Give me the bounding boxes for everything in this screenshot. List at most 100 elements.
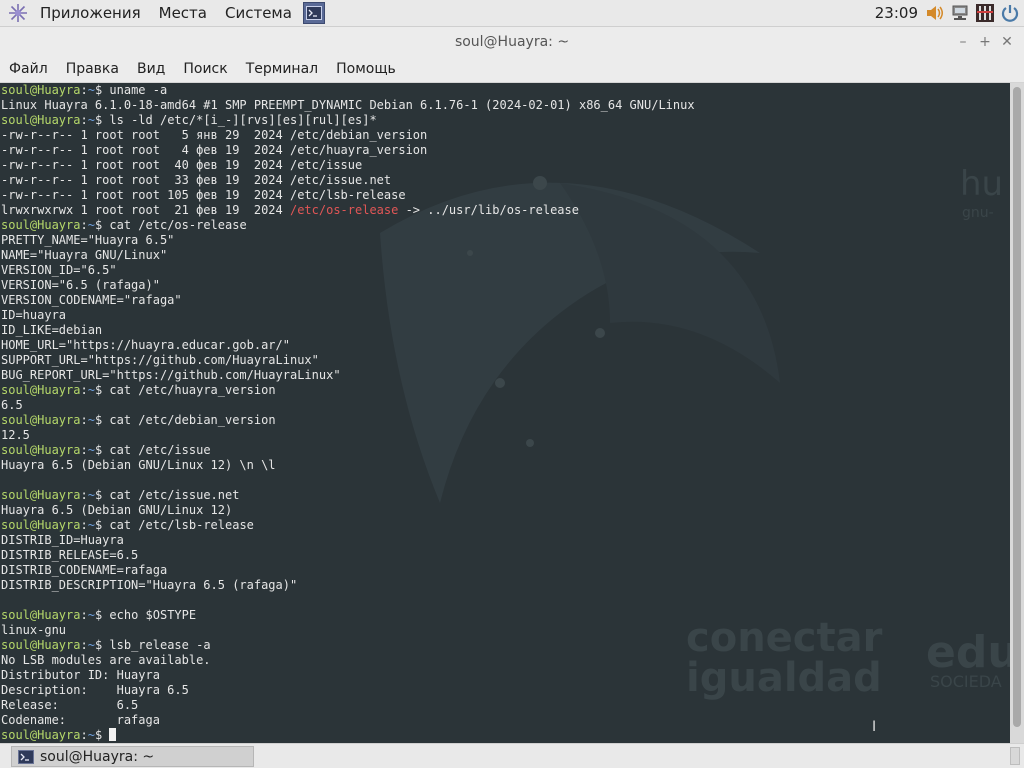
menu-places[interactable]: Места bbox=[150, 0, 216, 27]
prompt-separator: : bbox=[80, 443, 88, 457]
applications-menu-icon[interactable] bbox=[7, 2, 29, 24]
terminal-line: DISTRIB_CODENAME=rafaga bbox=[1, 563, 1006, 578]
output-text: 12.5 bbox=[1, 428, 30, 442]
output-text: -rw-r--r-- 1 root root 5 янв 29 2024 /et… bbox=[1, 128, 428, 142]
output-text: HOME_URL="https://huayra.educar.gob.ar/" bbox=[1, 338, 290, 352]
window-titlebar[interactable]: soul@Huayra: ~ – + ✕ bbox=[0, 27, 1024, 56]
terminal-line: -rw-r--r-- 1 root root 5 янв 29 2024 /et… bbox=[1, 128, 1006, 143]
prompt-separator: : bbox=[80, 83, 88, 97]
terminal-line: linux-gnu bbox=[1, 623, 1006, 638]
output-text: ID=huayra bbox=[1, 308, 67, 322]
terminal-line: Huayra 6.5 (Debian GNU/Linux 12) bbox=[1, 503, 1006, 518]
keyboard-icon[interactable] bbox=[974, 2, 996, 24]
command-text: echo $OSTYPE bbox=[109, 608, 197, 622]
terminal-line: Huayra 6.5 (Debian GNU/Linux 12) \n \l bbox=[1, 458, 1006, 473]
prompt-path: ~ bbox=[87, 638, 95, 652]
power-icon[interactable] bbox=[999, 2, 1021, 24]
prompt-separator: : bbox=[80, 488, 88, 502]
terminal-line: soul@Huayra:~$ echo $OSTYPE bbox=[1, 608, 1006, 623]
terminal-scrollbar[interactable] bbox=[1010, 83, 1024, 743]
menu-file[interactable]: Файл bbox=[0, 56, 57, 83]
terminal-menubar: Файл Правка Вид Поиск Терминал Помощь bbox=[0, 56, 1024, 83]
terminal-line: DISTRIB_DESCRIPTION="Huayra 6.5 (rafaga)… bbox=[1, 578, 1006, 593]
output-text: Linux Huayra 6.1.0-18-amd64 #1 SMP PREEM… bbox=[1, 98, 695, 112]
output-text: DISTRIB_CODENAME=rafaga bbox=[1, 563, 168, 577]
prompt-symbol: $ bbox=[94, 728, 110, 742]
prompt-user: soul@Huayra bbox=[1, 728, 81, 742]
command-text: cat /etc/os-release bbox=[109, 218, 247, 232]
volume-icon[interactable] bbox=[924, 2, 946, 24]
prompt-path: ~ bbox=[87, 383, 95, 397]
text-cursor-icon: I bbox=[872, 719, 877, 735]
terminal-line: soul@Huayra:~$ ls -ld /etc/*[i_-][rvs][e… bbox=[1, 113, 1006, 128]
prompt-symbol: $ bbox=[94, 83, 110, 97]
terminal-launcher-icon[interactable] bbox=[302, 2, 325, 24]
prompt-path: ~ bbox=[87, 608, 95, 622]
prompt-path: ~ bbox=[87, 518, 95, 532]
window-title: soul@Huayra: ~ bbox=[454, 33, 570, 50]
terminal-cursor bbox=[109, 728, 117, 741]
terminal-line: 6.5 bbox=[1, 398, 1006, 413]
output-text: SUPPORT_URL="https://github.com/HuayraLi… bbox=[1, 353, 319, 367]
menu-view[interactable]: Вид bbox=[128, 56, 174, 83]
output-text: Huayra 6.5 (Debian GNU/Linux 12) bbox=[1, 503, 233, 517]
prompt-symbol: $ bbox=[94, 608, 110, 622]
command-text: uname -a bbox=[109, 83, 168, 97]
prompt-user: soul@Huayra bbox=[1, 443, 81, 457]
terminal-line: soul@Huayra:~$ cat /etc/huayra_version bbox=[1, 383, 1006, 398]
menu-edit[interactable]: Правка bbox=[57, 56, 128, 83]
terminal-line: VERSION_ID="6.5" bbox=[1, 263, 1006, 278]
prompt-symbol: $ bbox=[94, 218, 110, 232]
minimize-button[interactable]: – bbox=[952, 34, 974, 50]
top-panel: Приложения Места Система 23:09 bbox=[0, 0, 1024, 27]
prompt-path: ~ bbox=[87, 488, 95, 502]
menu-terminal[interactable]: Терминал bbox=[237, 56, 327, 83]
prompt-separator: : bbox=[80, 518, 88, 532]
terminal-line: soul@Huayra:~$ cat /etc/issue bbox=[1, 443, 1006, 458]
output-text: linux-gnu bbox=[1, 623, 67, 637]
prompt-user: soul@Huayra bbox=[1, 383, 81, 397]
output-text: 6.5 bbox=[1, 398, 23, 412]
prompt-path: ~ bbox=[87, 218, 95, 232]
menu-search[interactable]: Поиск bbox=[174, 56, 236, 83]
symlink-name: /etc/os-release bbox=[289, 203, 399, 217]
terminal-line: DISTRIB_ID=Huayra bbox=[1, 533, 1006, 548]
prompt-user: soul@Huayra bbox=[1, 83, 81, 97]
menu-help[interactable]: Помощь bbox=[327, 56, 405, 83]
terminal-line: 12.5 bbox=[1, 428, 1006, 443]
command-text: cat /etc/issue.net bbox=[109, 488, 240, 502]
network-icon[interactable] bbox=[949, 2, 971, 24]
close-button[interactable]: ✕ bbox=[996, 34, 1018, 50]
prompt-symbol: $ bbox=[94, 443, 110, 457]
output-text: VERSION_CODENAME="rafaga" bbox=[1, 293, 182, 307]
scrollbar-thumb[interactable] bbox=[1013, 87, 1021, 727]
terminal-line: soul@Huayra:~$ uname -a bbox=[1, 83, 1006, 98]
bottom-panel: soul@Huayra: ~ bbox=[0, 743, 1024, 768]
command-text: cat /etc/issue bbox=[109, 443, 211, 457]
clock[interactable]: 23:09 bbox=[875, 4, 918, 22]
terminal-line: Linux Huayra 6.1.0-18-amd64 #1 SMP PREEM… bbox=[1, 98, 1006, 113]
taskbar-window-button[interactable]: soul@Huayra: ~ bbox=[11, 746, 254, 767]
prompt-symbol: $ bbox=[94, 383, 110, 397]
terminal-line: soul@Huayra:~$ bbox=[1, 728, 1006, 743]
terminal-line: -rw-r--r-- 1 root root 40 фев 19 2024 /e… bbox=[1, 158, 1006, 173]
output-text: NAME="Huayra GNU/Linux" bbox=[1, 248, 168, 262]
menu-applications[interactable]: Приложения bbox=[31, 0, 150, 27]
prompt-symbol: $ bbox=[94, 638, 110, 652]
terminal-line: HOME_URL="https://huayra.educar.gob.ar/" bbox=[1, 338, 1006, 353]
terminal-area[interactable]: conectar igualdad edu SOCIEDA hu gnu- so… bbox=[0, 83, 1010, 743]
output-text: -> ../usr/lib/os-release bbox=[398, 203, 579, 217]
terminal-line: Description: Huayra 6.5 bbox=[1, 683, 1006, 698]
prompt-user: soul@Huayra bbox=[1, 638, 81, 652]
prompt-separator: : bbox=[80, 218, 88, 232]
output-text: VERSION="6.5 (rafaga)" bbox=[1, 278, 160, 292]
workspace-switcher[interactable] bbox=[1010, 747, 1020, 765]
menu-system[interactable]: Система bbox=[216, 0, 301, 27]
terminal-line: SUPPORT_URL="https://github.com/HuayraLi… bbox=[1, 353, 1006, 368]
output-text: No LSB modules are available. bbox=[1, 653, 211, 667]
output-text: DISTRIB_DESCRIPTION="Huayra 6.5 (rafaga)… bbox=[1, 578, 298, 592]
prompt-symbol: $ bbox=[94, 518, 110, 532]
maximize-button[interactable]: + bbox=[974, 34, 996, 50]
command-text: ls -ld /etc/*[i_-][rvs][es][rul][es]* bbox=[109, 113, 377, 127]
prompt-user: soul@Huayra bbox=[1, 113, 81, 127]
